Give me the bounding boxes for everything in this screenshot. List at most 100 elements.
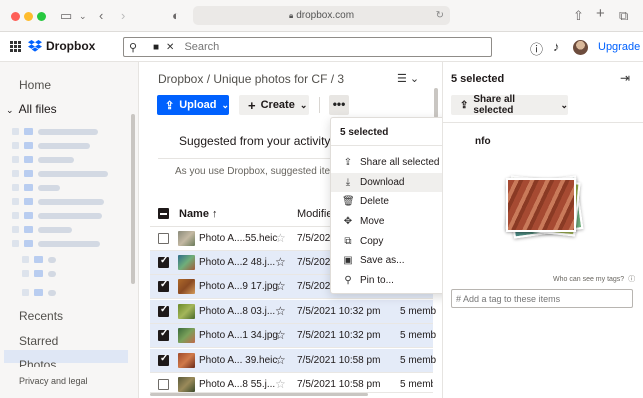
photo-thumbnail xyxy=(178,377,195,392)
minimize-window-button[interactable] xyxy=(24,12,33,21)
file-name[interactable]: Photo A... 39.heic xyxy=(199,355,277,366)
search-bar[interactable]: ⚲ ■ ✕ xyxy=(123,37,492,57)
row-checkbox[interactable] xyxy=(158,379,169,390)
folder-tree-item[interactable] xyxy=(22,268,56,279)
dropbox-logo[interactable]: Dropbox xyxy=(28,39,95,53)
row-checkbox[interactable] xyxy=(158,304,169,317)
sidebar-item-starred[interactable]: Starred xyxy=(19,334,58,348)
folder-tree-item[interactable] xyxy=(12,196,104,207)
folder-tree-item[interactable] xyxy=(12,154,74,165)
app-grid-icon[interactable] xyxy=(10,41,21,52)
sidebar-item-photos[interactable]: Photos xyxy=(19,358,56,367)
table-row[interactable]: Photo A...1 34.jpg ☆ 7/5/2021 10:32 pm 5… xyxy=(150,324,437,348)
tabs-overview-icon[interactable]: ⧉ xyxy=(619,8,628,24)
members-count: 5 memb xyxy=(400,355,437,366)
app-header: Dropbox ⚲ ■ ✕ ⓘ ♪ Upgrade xyxy=(0,32,643,62)
share-page-icon[interactable]: ⇧ xyxy=(573,8,584,24)
file-name[interactable]: Photo A...1 34.jpg xyxy=(199,330,278,341)
notifications-bell-icon[interactable]: ♪ xyxy=(553,39,560,54)
file-name[interactable]: Photo A...8 03.j... xyxy=(199,306,275,317)
row-checkbox[interactable] xyxy=(158,233,169,244)
shield-icon[interactable]: ◐ xyxy=(172,8,180,24)
table-row[interactable]: Photo A...8 55.j... ☆ 7/5/2021 10:58 pm … xyxy=(150,373,433,393)
star-icon[interactable]: ☆ xyxy=(275,304,286,318)
folder-tree-item[interactable] xyxy=(12,238,100,249)
reload-icon[interactable]: ↻ xyxy=(436,6,444,25)
upload-button[interactable]: ⇪ Upload ⌄ xyxy=(157,95,229,115)
upload-icon: ⇪ xyxy=(165,99,175,112)
select-all-checkbox[interactable] xyxy=(158,208,169,219)
row-checkbox[interactable] xyxy=(158,279,169,292)
sidebar-item-home[interactable]: Home xyxy=(19,78,51,92)
modified-date: 7/5/2021 10:58 pm xyxy=(297,379,381,390)
breadcrumb[interactable]: Dropbox / Unique photos for CF / 3 xyxy=(158,72,344,86)
clear-filter-icon[interactable]: ✕ xyxy=(166,42,174,53)
privacy-link[interactable]: Privacy and legal xyxy=(19,376,88,386)
column-name-header[interactable]: Name ↑ xyxy=(179,208,218,220)
folder-tree-item[interactable] xyxy=(12,210,102,221)
forward-icon[interactable]: › xyxy=(121,8,125,24)
new-tab-icon[interactable]: + xyxy=(596,6,605,22)
folder-tree-item[interactable] xyxy=(12,140,90,151)
table-row[interactable]: Photo A...8 03.j... ☆ 7/5/2021 10:32 pm … xyxy=(150,300,437,324)
zoom-window-button[interactable] xyxy=(37,12,46,21)
url-bar[interactable]: 🔒︎ dropbox.com ↻ xyxy=(193,6,450,25)
star-icon[interactable]: ☆ xyxy=(275,279,286,293)
folder-tree-item[interactable] xyxy=(12,126,98,137)
menu-item-label: Save as... xyxy=(360,255,405,266)
suggested-title: Suggested from your activity xyxy=(179,134,331,148)
add-tag-input[interactable] xyxy=(451,289,633,308)
members-count: 5 memb xyxy=(400,330,437,341)
star-icon[interactable]: ☆ xyxy=(275,328,286,342)
folder-tree-item[interactable] xyxy=(12,168,108,179)
share-all-selected-button[interactable]: ⇪ Share all selected ⌄ xyxy=(451,94,568,116)
logo-text: Dropbox xyxy=(46,39,96,53)
search-input[interactable] xyxy=(184,41,465,53)
folder-tree-item[interactable] xyxy=(22,254,56,265)
move-icon: ✥ xyxy=(343,216,353,227)
url-text: dropbox.com xyxy=(296,10,355,21)
collapse-panel-icon[interactable]: ⇥ xyxy=(620,71,630,85)
star-icon[interactable]: ☆ xyxy=(275,353,286,367)
sidebar-item-all-files[interactable]: ⌄ All files xyxy=(6,102,57,116)
tags-visibility-link[interactable]: Who can see my tags? ⓘ xyxy=(553,274,635,284)
members-count: 5 memb xyxy=(400,306,437,317)
file-name[interactable]: Photo A...9 17.jpg xyxy=(199,281,278,292)
photo-thumbnail xyxy=(178,279,195,294)
row-checkbox[interactable] xyxy=(158,328,169,341)
upgrade-link[interactable]: Upgrade xyxy=(598,41,640,53)
share-all-label: Share all selected xyxy=(473,94,516,116)
main-scrollbar[interactable] xyxy=(434,88,438,118)
view-options-icon[interactable]: ☰ ⌄ xyxy=(397,72,419,85)
row-checkbox[interactable] xyxy=(158,353,169,366)
star-icon[interactable]: ☆ xyxy=(275,255,286,269)
chevron-down-icon[interactable]: ⌄ xyxy=(79,8,87,24)
file-name[interactable]: Photo A...2 48.j... xyxy=(199,257,275,268)
create-button[interactable]: + Create ⌄ xyxy=(239,95,309,115)
file-name[interactable]: Photo A...8 55.j... xyxy=(199,379,275,390)
modified-date: 7/5/2021 10:32 pm xyxy=(297,306,381,317)
sidebar-toggle-icon[interactable]: ▭ xyxy=(60,8,72,24)
chevron-down-icon[interactable]: ⌄ xyxy=(6,105,16,116)
sidebar-item-recents[interactable]: Recents xyxy=(19,309,63,323)
back-icon[interactable]: ‹ xyxy=(99,8,103,24)
folder-tree-item-current[interactable] xyxy=(22,287,56,298)
photo-thumbnail xyxy=(178,231,195,246)
file-name[interactable]: Photo A....55.heic xyxy=(199,233,277,244)
table-row[interactable]: Photo A... 39.heic ☆ 7/5/2021 10:58 pm 5… xyxy=(150,349,437,373)
panel-divider xyxy=(442,122,643,123)
star-icon[interactable]: ☆ xyxy=(275,377,286,391)
browser-toolbar: ▭ ⌄ ‹ › ◐ 🔒︎ dropbox.com ↻ ⇧ + ⧉ xyxy=(0,0,643,32)
row-checkbox[interactable] xyxy=(158,255,169,268)
help-icon[interactable]: ⓘ xyxy=(628,276,635,283)
star-icon[interactable]: ☆ xyxy=(275,231,286,245)
folder-tree-item[interactable] xyxy=(12,224,72,235)
sidebar-scrollbar[interactable] xyxy=(131,114,135,284)
close-window-button[interactable] xyxy=(11,12,20,21)
avatar[interactable] xyxy=(573,40,588,55)
more-actions-button[interactable]: ••• xyxy=(329,95,349,115)
horizontal-scrollbar[interactable] xyxy=(150,393,368,396)
folder-filter-icon[interactable]: ■ xyxy=(153,42,159,53)
folder-tree-item[interactable] xyxy=(12,182,60,193)
help-icon[interactable]: ⓘ xyxy=(530,39,543,58)
